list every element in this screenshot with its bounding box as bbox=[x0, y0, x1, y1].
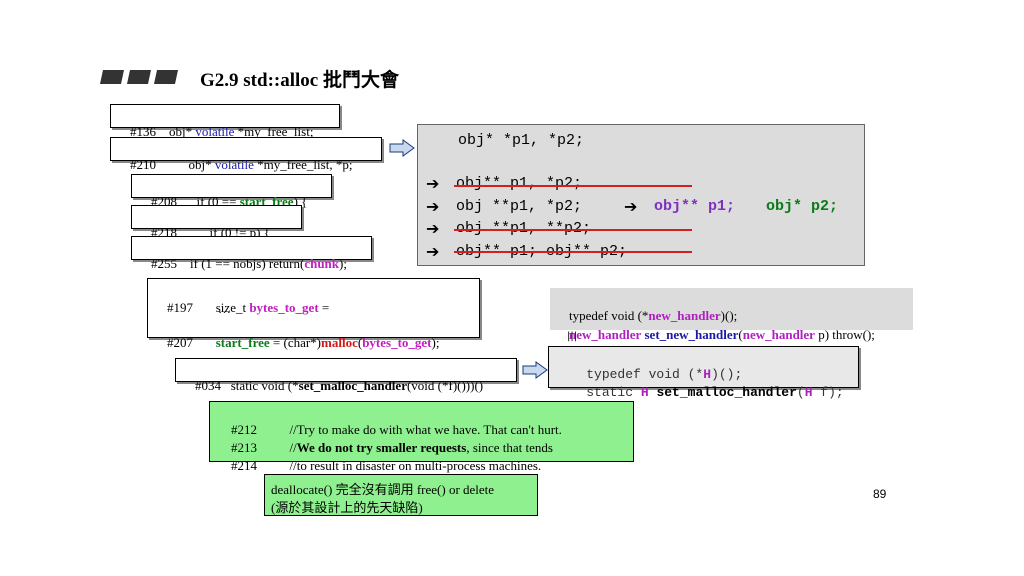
line-number: #207 bbox=[167, 335, 193, 350]
malloc-handler-typedef: typedef void (*H)(); static H set_malloc… bbox=[548, 346, 859, 400]
snippet-034: #034 static void (*set_malloc_handler(vo… bbox=[175, 358, 517, 393]
snippet-255: #255 if (1 == nobjs) return(chunk); bbox=[131, 236, 372, 271]
snippet-218: #218 if (0 != p) { bbox=[131, 205, 302, 240]
title-bars-graphic bbox=[100, 70, 178, 84]
page-title: G2.9 std::alloc 批鬥大會 bbox=[200, 70, 399, 91]
line-number: #197 bbox=[167, 300, 193, 315]
deallocate-note: deallocate() 完全沒有調用 free() or delete (源於… bbox=[264, 474, 538, 516]
equivalence-symbol: ||| bbox=[567, 331, 578, 342]
pointer-declaration-box: obj* *p1, *p2; ➔ obj** p1, *p2; ➔ obj **… bbox=[417, 124, 865, 266]
decl-line-3: obj **p1, *p2; bbox=[456, 198, 583, 215]
arrow-icon: ➔ bbox=[426, 242, 440, 261]
note-line-2: (源於其設計上的先天缺陷) bbox=[271, 500, 423, 515]
alloc-snippet: #197 size_t bytes_to_get = … #207 start_… bbox=[147, 278, 480, 350]
comment-box: #212 //Try to make do with what we have.… bbox=[209, 401, 634, 473]
snippet-136: #136 obj* volatile *my_free_list; bbox=[110, 104, 340, 139]
ellipsis: … bbox=[218, 301, 231, 316]
strikethrough-line bbox=[454, 185, 692, 187]
page-number: 89 bbox=[873, 487, 887, 501]
snippet-208: #208 if (0 == start_free) { bbox=[131, 174, 332, 209]
title-bars bbox=[100, 70, 180, 84]
arrow-icon: ➔ bbox=[624, 197, 638, 216]
snippet-210: #210 obj* volatile *my_free_list, *p; bbox=[110, 137, 382, 172]
line-number: #214 bbox=[231, 458, 257, 473]
strikethrough-line bbox=[454, 229, 692, 231]
decl-line-3-fixed-p2: obj* p2; bbox=[766, 198, 839, 215]
strikethrough-line bbox=[454, 251, 692, 253]
new-handler-typedef: typedef void (*new_handler)(); new_handl… bbox=[550, 288, 913, 342]
arrow-icon: ➔ bbox=[426, 219, 440, 238]
note-line-1: deallocate() 完全沒有調用 free() or delete bbox=[271, 482, 495, 497]
line-number: #034 bbox=[195, 378, 221, 393]
arrow-icon: ➔ bbox=[426, 174, 440, 193]
line-number: #255 bbox=[151, 256, 177, 271]
decl-line-2-struck: obj** p1, *p2; bbox=[456, 175, 583, 192]
right-arrow-icon bbox=[389, 139, 415, 162]
arrow-icon: ➔ bbox=[426, 197, 440, 216]
right-arrow-icon bbox=[522, 361, 548, 384]
line-number: #210 bbox=[130, 157, 156, 172]
decl-line-3-fixed-p1: obj** p1; bbox=[654, 198, 736, 215]
decl-line-1: obj* *p1, *p2; bbox=[458, 132, 585, 149]
